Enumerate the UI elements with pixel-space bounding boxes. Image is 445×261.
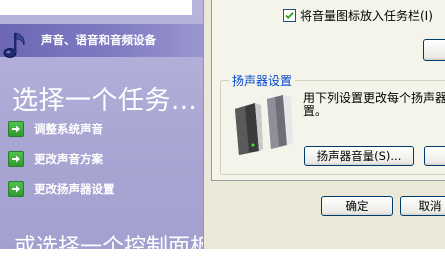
advanced-button-partial[interactable]	[423, 39, 445, 61]
speaker-volume-button[interactable]: 扬声器音量(S)...	[304, 146, 414, 166]
task-pane-top-notch	[192, 0, 203, 15]
task-change-sound-scheme[interactable]: 更改声音方案	[8, 149, 103, 169]
task-label: 调整系统声音	[34, 122, 103, 136]
green-arrow-icon	[8, 181, 24, 197]
cancel-button[interactable]: 取消	[400, 196, 445, 216]
taskbar-volume-checkbox-row[interactable]: 将音量图标放入任务栏(I)	[283, 7, 433, 24]
checkmark-icon	[285, 12, 294, 19]
green-arrow-icon	[8, 151, 24, 167]
ok-button[interactable]: 确定	[321, 196, 393, 216]
description-line: 置。	[303, 104, 328, 118]
category-title: 声音、语音和音频设备	[41, 33, 156, 47]
taskbar-volume-label: 将音量图标放入任务栏(I)	[300, 9, 433, 23]
taskbar-volume-checkbox[interactable]	[283, 9, 296, 22]
speaker-settings-title: 扬声器设置	[229, 72, 296, 89]
task-change-speaker-settings[interactable]: 更改扬声器设置	[8, 179, 115, 199]
speaker-settings-description: 用下列设置更改每个扬声器 置。	[303, 92, 445, 118]
green-arrow-icon	[8, 121, 24, 137]
speakers-icon	[235, 95, 293, 155]
task-adjust-system-sound[interactable]: 调整系统声音	[8, 119, 103, 139]
music-note-icon	[3, 32, 25, 58]
task-label: 更改扬声器设置	[34, 182, 115, 196]
task-label: 更改声音方案	[34, 152, 103, 166]
advanced-speaker-button-partial[interactable]	[424, 146, 445, 166]
task-pane-top-strip	[0, 0, 192, 15]
pick-task-heading: 选择一个任务...	[12, 86, 198, 116]
